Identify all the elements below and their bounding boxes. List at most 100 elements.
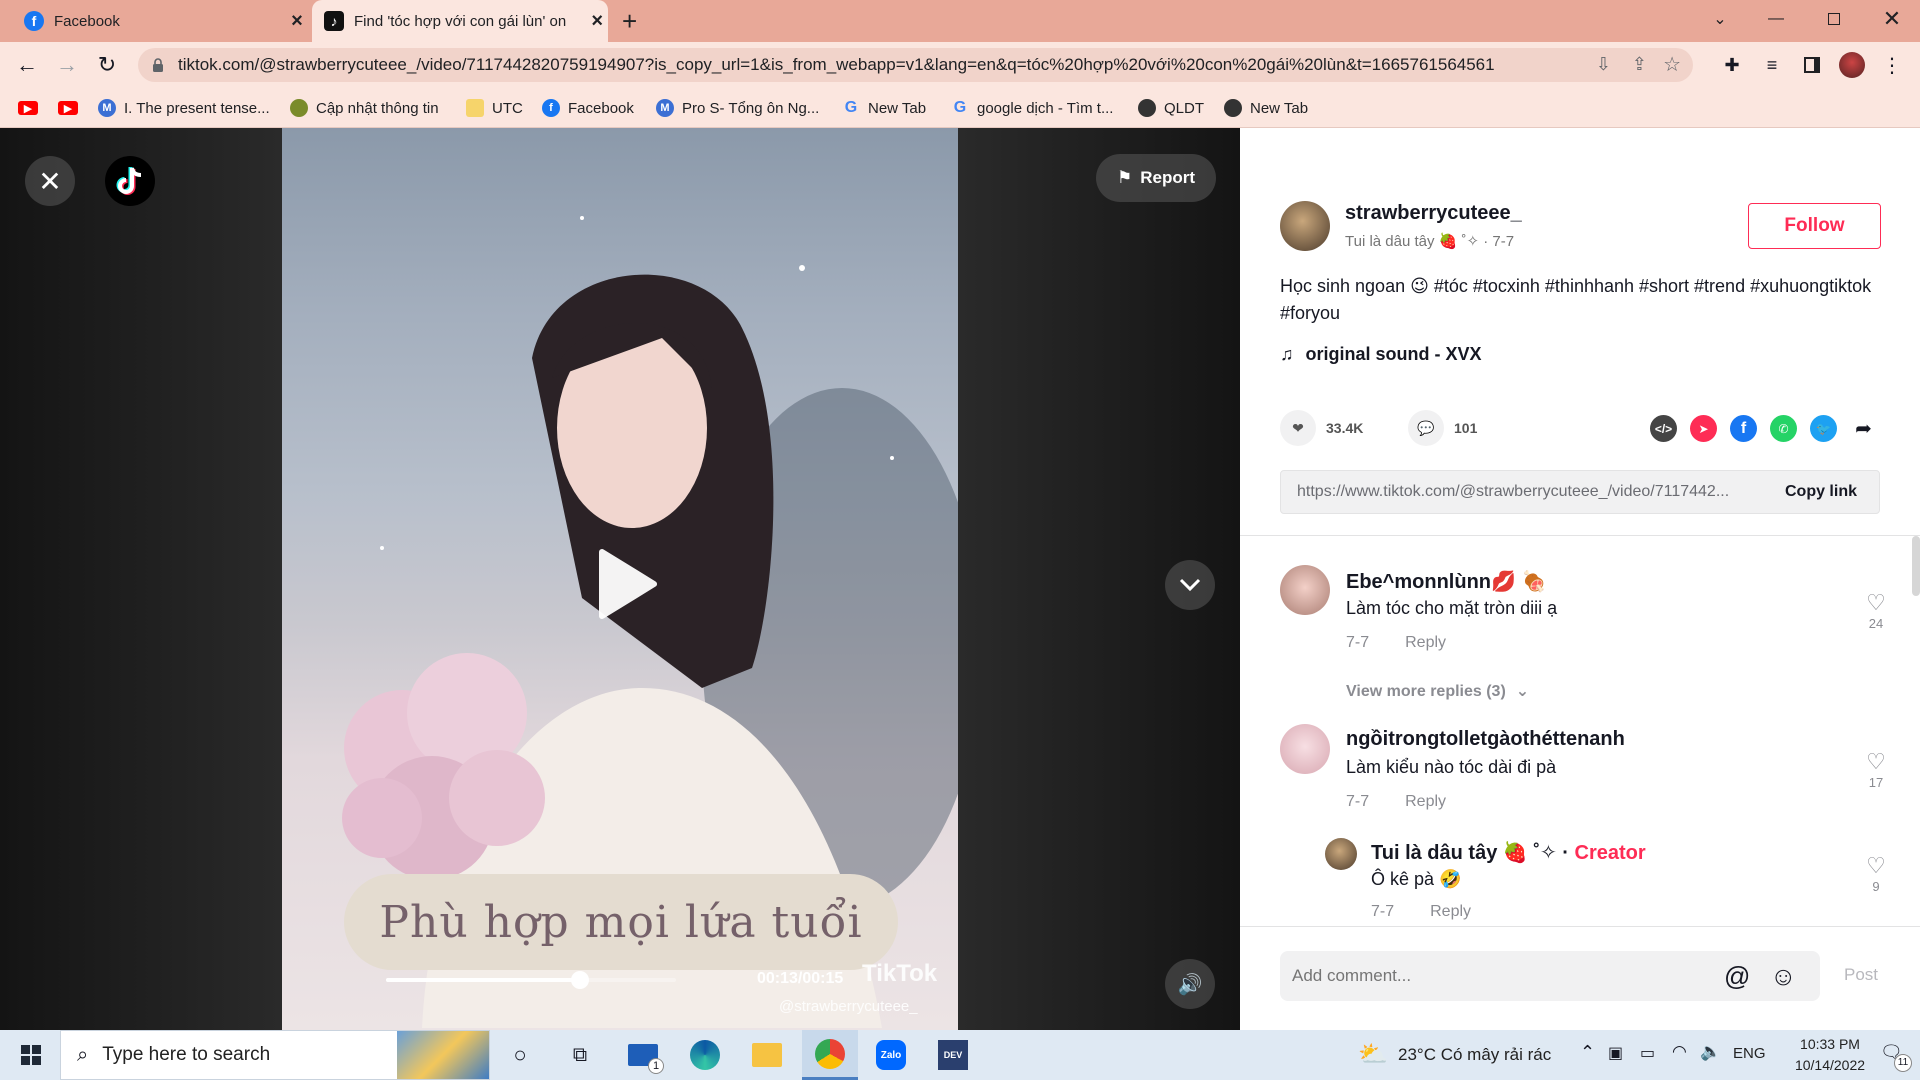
- tray-device-icon[interactable]: ▣: [1608, 1043, 1623, 1063]
- embed-icon[interactable]: </>: [1650, 415, 1677, 442]
- close-icon[interactable]: ×: [586, 10, 608, 33]
- weather-text[interactable]: 23°C Có mây rải rác: [1398, 1045, 1551, 1065]
- report-button[interactable]: ⚑ Report: [1096, 154, 1216, 202]
- reply-button[interactable]: Reply: [1405, 793, 1446, 810]
- explorer-icon[interactable]: [742, 1030, 792, 1080]
- clock[interactable]: 10:33 PM 10/14/2022: [1775, 1034, 1885, 1076]
- author-username[interactable]: strawberrycuteee_: [1345, 202, 1522, 225]
- comment-text: Làm tóc cho mặt tròn diii ạ: [1346, 598, 1558, 618]
- tray-chevron-icon[interactable]: ⌃: [1580, 1042, 1595, 1063]
- comments-scrollbar[interactable]: [1912, 536, 1920, 596]
- share-page-icon[interactable]: ⇪: [1632, 54, 1647, 75]
- bookmark-item[interactable]: ▶: [18, 88, 46, 128]
- chrome-icon[interactable]: [802, 1030, 858, 1080]
- send-icon[interactable]: ➤: [1690, 415, 1717, 442]
- sidepanel-icon[interactable]: [1798, 51, 1826, 79]
- volume-button[interactable]: 🔊: [1165, 959, 1215, 1009]
- music-link[interactable]: ♫ original sound - XVX: [1280, 344, 1482, 365]
- bookmark-item[interactable]: M I. The present tense...: [98, 88, 270, 128]
- edge-icon[interactable]: [680, 1030, 730, 1080]
- comment-username[interactable]: Tui là dâu tây 🍓 ˚✧ · Creator: [1371, 840, 1646, 865]
- media-icon[interactable]: ≡: [1758, 51, 1786, 79]
- avatar[interactable]: [1280, 724, 1330, 774]
- like-action[interactable]: ❤ 33.4K: [1280, 410, 1363, 446]
- twitter-icon[interactable]: 🐦: [1810, 415, 1837, 442]
- avatar[interactable]: [1280, 565, 1330, 615]
- address-bar[interactable]: tiktok.com/@strawberrycuteee_/video/7117…: [138, 48, 1693, 82]
- taskbar-search[interactable]: ⌕ Type here to search: [60, 1030, 490, 1080]
- zalo-icon[interactable]: Zalo: [866, 1030, 916, 1080]
- bookmark-item[interactable]: M Pro S- Tổng ôn Ng...: [656, 88, 819, 128]
- mail-icon[interactable]: 1: [618, 1030, 668, 1080]
- folder-icon: [466, 99, 484, 117]
- copy-link-button[interactable]: Copy link: [1785, 483, 1857, 501]
- bookmark-item[interactable]: Ggoogle dịch - Tìm t...: [951, 88, 1114, 128]
- view-more-replies[interactable]: View more replies (3) ⌄: [1346, 681, 1565, 701]
- close-window-icon[interactable]: ✕: [1864, 0, 1920, 38]
- volume-tray-icon[interactable]: 🔈: [1700, 1042, 1721, 1062]
- comment-action[interactable]: 💬 101: [1408, 410, 1477, 446]
- bookmark-item[interactable]: UTC: [466, 88, 523, 128]
- next-video-button[interactable]: [1165, 560, 1215, 610]
- bookmark-item[interactable]: QLDT: [1138, 88, 1204, 128]
- maximize-icon[interactable]: [1806, 0, 1862, 38]
- tab-tiktok[interactable]: ♪ Find 'tóc hợp với con gái lùn' on ×: [312, 0, 608, 42]
- svg-text:♪: ♪: [331, 13, 338, 29]
- author-avatar[interactable]: [1280, 201, 1330, 251]
- extensions-icon[interactable]: ✚: [1718, 51, 1746, 79]
- star-icon[interactable]: ☆: [1663, 52, 1681, 77]
- tiktok-logo[interactable]: [105, 156, 155, 206]
- bookmark-item[interactable]: ▶: [58, 88, 86, 128]
- follow-button[interactable]: Follow: [1748, 203, 1881, 249]
- globe-icon: [1224, 99, 1242, 117]
- avatar[interactable]: [1325, 838, 1357, 870]
- comment-meta: 7-7 Reply: [1371, 903, 1472, 920]
- progress-track[interactable]: [386, 971, 676, 989]
- google-icon: G: [844, 99, 858, 116]
- install-icon[interactable]: ⇩: [1596, 54, 1611, 75]
- comment-username[interactable]: Ebe^monnlùnn💋 🍖: [1346, 569, 1546, 594]
- cortana-icon[interactable]: ○: [495, 1030, 545, 1080]
- reply-button[interactable]: Reply: [1405, 634, 1446, 651]
- bookmark-item[interactable]: Cập nhật thông tin: [290, 88, 439, 128]
- comment-input[interactable]: [1280, 951, 1700, 1001]
- lock-icon: [153, 58, 163, 72]
- forward-icon[interactable]: →: [53, 51, 81, 79]
- weather-icon[interactable]: ⛅: [1358, 1040, 1388, 1069]
- tab-facebook[interactable]: f Facebook ×: [0, 0, 310, 42]
- video-frame[interactable]: Phù hợp mọi lứa tuổi 00:13/00:15 TikTok …: [282, 128, 958, 1030]
- facebook-share-icon[interactable]: f: [1730, 415, 1757, 442]
- post-button[interactable]: Post: [1844, 965, 1878, 985]
- share-arrow-icon[interactable]: ➦: [1850, 415, 1877, 442]
- play-icon[interactable]: [596, 548, 658, 620]
- menu-icon[interactable]: ⋮: [1878, 51, 1906, 79]
- back-icon[interactable]: ←: [13, 51, 41, 79]
- tab-search-icon[interactable]: ⌄: [1692, 0, 1748, 38]
- comment-like[interactable]: ♡ 17: [1861, 749, 1891, 790]
- whatsapp-icon[interactable]: ✆: [1770, 415, 1797, 442]
- language-indicator[interactable]: ENG: [1733, 1045, 1766, 1062]
- mention-icon[interactable]: @: [1724, 961, 1750, 992]
- devc-icon[interactable]: DEV: [928, 1030, 978, 1080]
- bookmark-item[interactable]: New Tab: [1224, 88, 1308, 128]
- close-video-button[interactable]: ✕: [25, 156, 75, 206]
- notification-icon[interactable]: 🗨 11: [1880, 1042, 1912, 1072]
- battery-icon[interactable]: ▭: [1640, 1043, 1655, 1063]
- task-view-icon[interactable]: ⧉: [555, 1030, 605, 1080]
- reply-button[interactable]: Reply: [1430, 903, 1471, 920]
- wifi-icon[interactable]: ◠: [1672, 1042, 1687, 1062]
- bookmark-item[interactable]: f Facebook: [542, 88, 634, 128]
- close-icon[interactable]: ×: [286, 10, 308, 33]
- windows-start-icon[interactable]: [6, 1030, 56, 1080]
- comment-like[interactable]: ♡ 9: [1861, 853, 1891, 894]
- bookmark-item[interactable]: G New Tab: [842, 88, 926, 128]
- taskbar: ⌕ Type here to search ○ ⧉ 1 Zalo DEV ⛅ 2…: [0, 1030, 1920, 1080]
- reload-icon[interactable]: ↻: [93, 51, 121, 79]
- emoji-icon[interactable]: ☺: [1770, 961, 1797, 992]
- minimize-icon[interactable]: —: [1748, 0, 1804, 38]
- heart-outline-icon: ♡: [1866, 590, 1886, 615]
- comment-username[interactable]: ngồitrongtolletgàothéttenanh: [1346, 728, 1625, 751]
- profile-avatar[interactable]: [1838, 51, 1866, 79]
- new-tab-button[interactable]: +: [622, 0, 652, 42]
- comment-like[interactable]: ♡ 24: [1861, 590, 1891, 631]
